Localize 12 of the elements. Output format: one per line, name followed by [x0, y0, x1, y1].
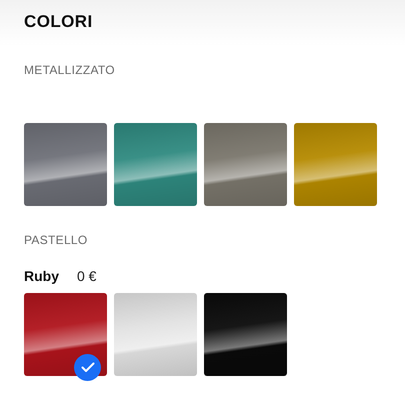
color-price: 0 €: [77, 267, 96, 286]
color-swatch[interactable]: [24, 123, 107, 206]
color-swatch[interactable]: [114, 123, 197, 206]
color-swatch[interactable]: [294, 123, 377, 206]
color-swatch[interactable]: [204, 293, 287, 376]
color-swatch[interactable]: [24, 293, 107, 376]
group-label: METALLIZZATO: [24, 62, 115, 79]
group-label: PASTELLO: [24, 232, 88, 249]
section-title: COLORI: [24, 11, 93, 33]
color-swatch[interactable]: [204, 123, 287, 206]
color-swatch[interactable]: [114, 293, 197, 376]
color-name: Ruby: [24, 267, 59, 286]
